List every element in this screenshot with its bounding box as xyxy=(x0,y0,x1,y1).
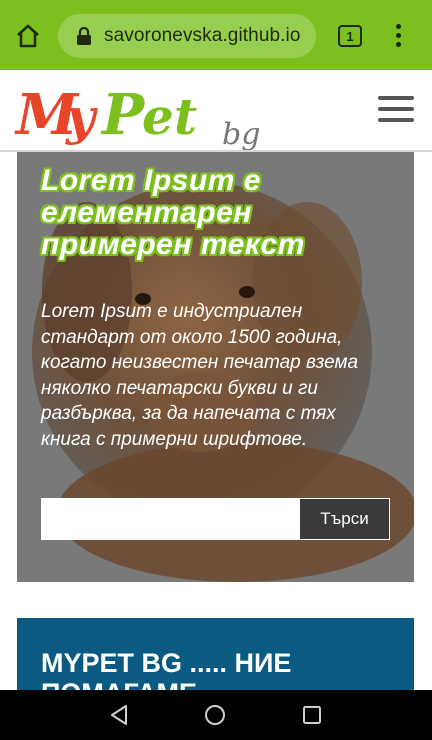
recent-square-icon[interactable] xyxy=(302,705,322,725)
svg-text:y: y xyxy=(65,87,98,146)
browser-toolbar: savoronevska.github.io 1 xyxy=(0,0,432,70)
search-input[interactable] xyxy=(41,498,299,540)
svg-text:t: t xyxy=(174,87,197,146)
hamburger-icon[interactable] xyxy=(378,96,414,122)
hero-section: Lorem Ipsum е елементарен примерен текст… xyxy=(17,152,414,582)
more-vert-icon[interactable] xyxy=(390,24,406,50)
svg-text:bg: bg xyxy=(222,117,260,150)
about-section: MYPET BG ..... НИЕ ПОМАГАМЕ xyxy=(17,618,414,698)
svg-text:e: e xyxy=(142,87,174,146)
back-triangle-icon[interactable] xyxy=(108,703,130,727)
hero-title: Lorem Ipsum е елементарен примерен текст xyxy=(41,164,305,261)
system-nav-bar xyxy=(0,690,432,740)
site-header: M y P e t bg xyxy=(0,70,432,152)
search-button[interactable]: Търси xyxy=(299,498,390,540)
home-icon[interactable] xyxy=(14,22,42,50)
svg-text:P: P xyxy=(100,82,146,148)
site-logo[interactable]: M y P e t bg xyxy=(14,76,276,150)
url-text: savoronevska.github.io xyxy=(104,25,301,46)
hero-description: Lorem Ipsum е индустриален стандарт от о… xyxy=(41,301,359,450)
tab-switcher-button[interactable]: 1 xyxy=(338,25,362,47)
address-bar[interactable]: savoronevska.github.io xyxy=(58,14,316,58)
home-circle-icon[interactable] xyxy=(204,704,226,726)
lock-icon xyxy=(77,27,91,45)
